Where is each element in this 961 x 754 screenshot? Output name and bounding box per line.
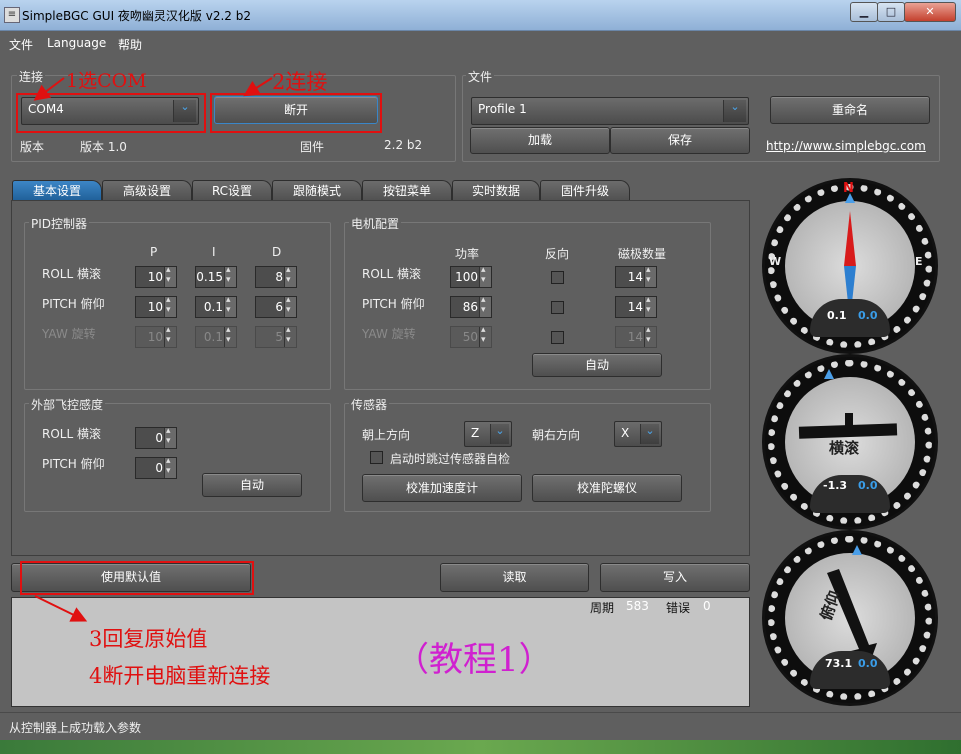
roll-gauge-label: 横滚: [829, 439, 860, 457]
pitch-readout-left: 73.1: [825, 657, 853, 670]
pitch-readout-right: 0.0: [858, 657, 878, 670]
roll-readout-left: -1.3: [823, 479, 848, 492]
yaw-compass-gauge: N W E 0.1 0.0: [762, 178, 938, 354]
roll-readout-right: 0.0: [858, 479, 878, 492]
roll-gauge: 横滚 -1.3 0.0: [762, 354, 938, 530]
pitch-gauge: 俯仰 73.1 0.0: [762, 530, 938, 706]
yaw-readout-left: 0.1: [827, 309, 847, 322]
yaw-readout-right: 0.0: [858, 309, 878, 322]
